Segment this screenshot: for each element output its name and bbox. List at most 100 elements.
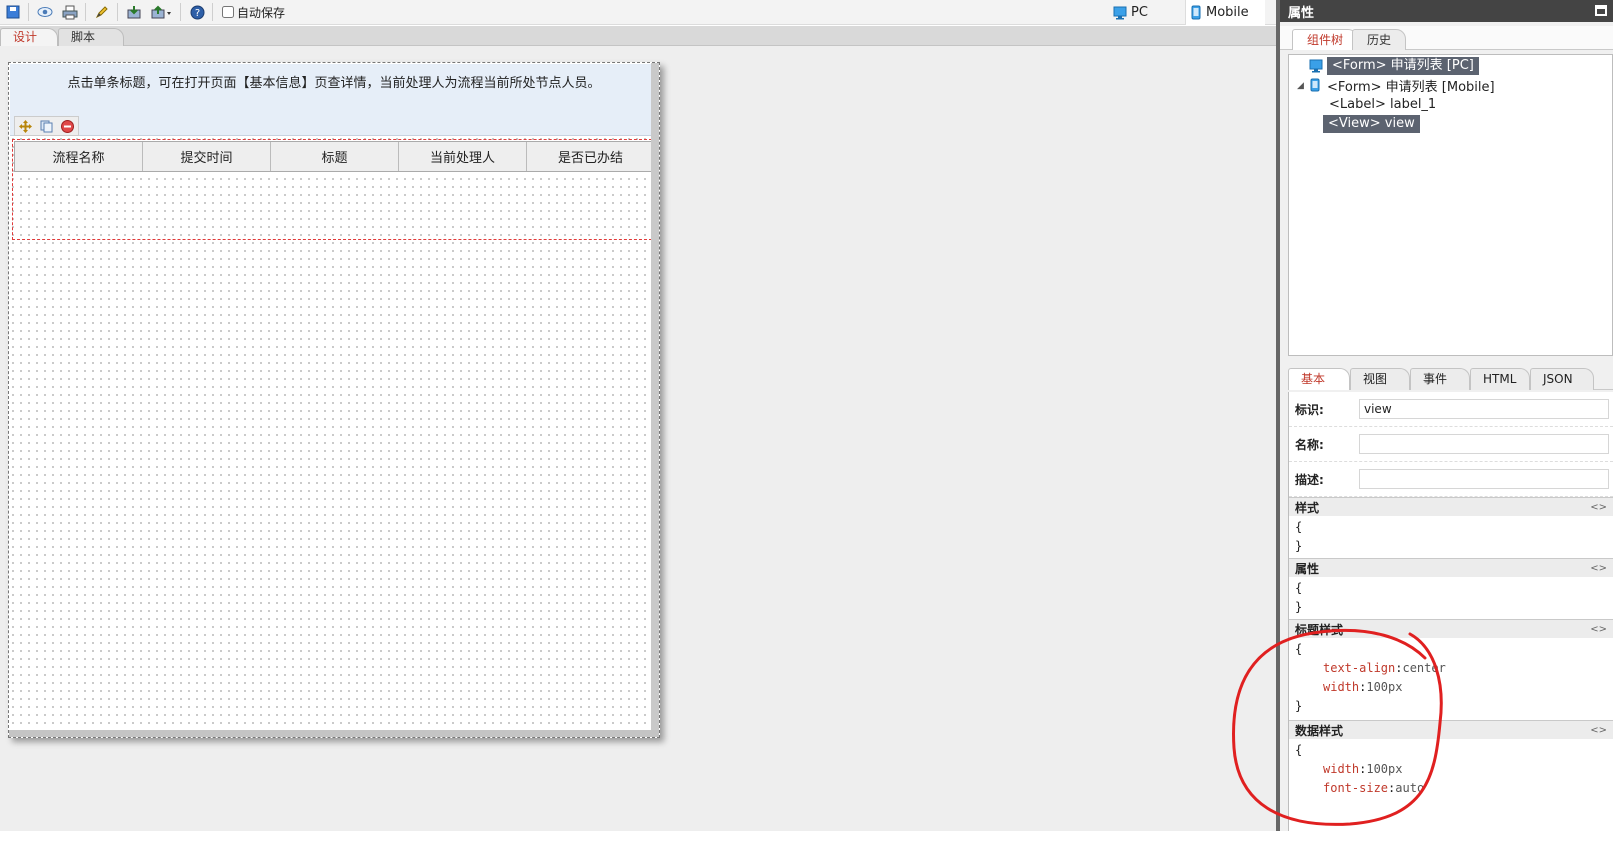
column-header[interactable]: 提交时间 bbox=[143, 142, 271, 171]
minimize-icon[interactable] bbox=[1595, 5, 1607, 16]
column-header[interactable]: 是否已办结 bbox=[527, 142, 654, 171]
help-icon[interactable]: ? bbox=[185, 1, 209, 23]
toolbar-separator bbox=[28, 3, 29, 21]
grid-header-row: 流程名称 提交时间 标题 当前处理人 是否已办结 bbox=[14, 141, 655, 172]
code-brace: } bbox=[1295, 600, 1303, 614]
import-icon[interactable] bbox=[122, 1, 146, 23]
field-id-input[interactable]: view bbox=[1359, 399, 1609, 419]
code-brace: } bbox=[1295, 539, 1303, 553]
delete-icon[interactable] bbox=[57, 117, 78, 135]
tree-node-label: <Form> 申请列表 [PC] bbox=[1327, 57, 1479, 75]
status-strip bbox=[0, 831, 1613, 841]
data-style-code-editor[interactable]: { width:100px font-size:auto bbox=[1289, 739, 1613, 829]
tree-node-label-1[interactable]: <Label> label_1 bbox=[1329, 95, 1436, 113]
save-icon[interactable] bbox=[1, 1, 25, 23]
field-id-label: 标识: bbox=[1295, 402, 1324, 417]
field-desc-label: 描述: bbox=[1295, 472, 1324, 487]
autosave-toggle[interactable]: 自动保存 bbox=[222, 4, 285, 21]
code-value: 100px bbox=[1366, 762, 1403, 776]
section-title: 样式 bbox=[1295, 500, 1320, 515]
title-style-code-editor[interactable]: { text-align:center width:100px } bbox=[1289, 638, 1613, 720]
code-brace: { bbox=[1295, 642, 1303, 656]
section-style-header[interactable]: 样式 <> bbox=[1289, 497, 1613, 516]
tree-node-label: <View> view bbox=[1323, 115, 1420, 133]
tree-node-label: <Label> label_1 bbox=[1329, 96, 1437, 112]
tab-basic[interactable]: 基本 bbox=[1288, 368, 1350, 390]
device-mobile-label: Mobile bbox=[1206, 5, 1249, 20]
field-id-row: 标识: view bbox=[1289, 392, 1613, 427]
code-brace: } bbox=[1295, 699, 1303, 713]
tab-history[interactable]: 历史 bbox=[1352, 29, 1407, 50]
code-toggle-icon[interactable]: <> bbox=[1590, 502, 1607, 513]
phone-icon bbox=[1310, 78, 1320, 92]
section-data-style-header[interactable]: 数据样式 <> bbox=[1289, 720, 1613, 739]
code-line: text-align:center bbox=[1323, 661, 1446, 675]
vertical-scrollbar[interactable] bbox=[651, 63, 659, 737]
field-name-row: 名称: bbox=[1289, 427, 1613, 462]
expand-triangle-icon[interactable]: ◢ bbox=[1297, 81, 1304, 91]
toolbar-separator bbox=[212, 3, 213, 21]
field-desc-row: 描述: bbox=[1289, 462, 1613, 497]
field-desc-input[interactable] bbox=[1359, 469, 1609, 489]
tab-view[interactable]: 视图 bbox=[1350, 368, 1410, 390]
code-brace: { bbox=[1295, 743, 1303, 757]
label-text: 点击单条标题，可在打开页面【基本信息】页查详情，当前处理人为流程当前所处节点人员… bbox=[67, 76, 601, 91]
properties-panel: 属性 组件树 历史 <Form> 申请列表 [PC] ◢ <Form> 申请列表… bbox=[1280, 0, 1613, 831]
toolbar-separator bbox=[180, 3, 181, 21]
tree-node-form-pc[interactable]: <Form> 申请列表 [PC] bbox=[1309, 57, 1479, 75]
toolbar-separator bbox=[117, 3, 118, 21]
move-icon[interactable] bbox=[15, 117, 36, 135]
column-header[interactable]: 当前处理人 bbox=[399, 142, 527, 171]
view-component[interactable]: 流程名称 提交时间 标题 当前处理人 是否已办结 bbox=[12, 139, 657, 240]
component-toolbar bbox=[14, 116, 79, 136]
toolbar: ? 自动保存 PC Mobile bbox=[0, 0, 1276, 25]
column-header[interactable]: 标题 bbox=[271, 142, 399, 171]
panel-tabs: 组件树 历史 bbox=[1280, 26, 1613, 50]
code-value: auto bbox=[1395, 781, 1425, 795]
code-value: 100px bbox=[1366, 680, 1403, 694]
toolbar-separator bbox=[85, 3, 86, 21]
code-toggle-icon[interactable]: <> bbox=[1590, 725, 1607, 736]
horizontal-scrollbar[interactable] bbox=[9, 730, 659, 737]
design-canvas: 点击单条标题，可在打开页面【基本信息】页查详情，当前处理人为流程当前所处节点人员… bbox=[0, 46, 1276, 831]
tree-node-view[interactable]: <View> view bbox=[1323, 115, 1420, 133]
tab-component-tree[interactable]: 组件树 bbox=[1292, 29, 1359, 50]
section-attrs-header[interactable]: 属性 <> bbox=[1289, 558, 1613, 577]
label-component[interactable]: 点击单条标题，可在打开页面【基本信息】页查详情，当前处理人为流程当前所处节点人员… bbox=[10, 64, 658, 136]
field-name-input[interactable] bbox=[1359, 434, 1609, 454]
tab-html[interactable]: HTML bbox=[1470, 368, 1530, 390]
tab-script[interactable]: 脚本 bbox=[58, 28, 124, 46]
tab-json[interactable]: JSON bbox=[1530, 368, 1594, 390]
autosave-checkbox[interactable] bbox=[222, 6, 234, 18]
section-title: 标题样式 bbox=[1295, 622, 1344, 637]
pen-icon[interactable] bbox=[90, 1, 114, 23]
code-key: text-align bbox=[1323, 661, 1396, 675]
editor-tabbar: 设计 脚本 bbox=[0, 26, 1276, 46]
device-pc-button[interactable]: PC bbox=[1113, 0, 1148, 25]
form-panel[interactable]: 点击单条标题，可在打开页面【基本信息】页查详情，当前处理人为流程当前所处节点人员… bbox=[8, 62, 660, 738]
code-line: width:100px bbox=[1323, 680, 1403, 694]
code-line: width:100px bbox=[1323, 762, 1403, 776]
print-icon[interactable] bbox=[58, 1, 82, 23]
code-brace: { bbox=[1295, 520, 1303, 534]
copy-icon[interactable] bbox=[36, 117, 57, 135]
component-tree: <Form> 申请列表 [PC] ◢ <Form> 申请列表 [Mobile] … bbox=[1288, 54, 1613, 356]
style-code-editor[interactable]: { } bbox=[1289, 516, 1613, 558]
tab-events[interactable]: 事件 bbox=[1410, 368, 1470, 390]
device-mobile-button[interactable]: Mobile bbox=[1185, 0, 1265, 25]
panel-header: 属性 bbox=[1280, 0, 1613, 22]
export-icon[interactable] bbox=[147, 1, 177, 23]
code-value: center bbox=[1402, 661, 1446, 675]
monitor-icon bbox=[1309, 59, 1323, 73]
svg-text:?: ? bbox=[194, 8, 199, 19]
code-toggle-icon[interactable]: <> bbox=[1590, 563, 1607, 574]
app-window: ? 自动保存 PC Mobile 设计 脚本 点击单条标题，可在打开页面【基本信… bbox=[0, 0, 1613, 841]
attrs-code-editor[interactable]: { } bbox=[1289, 577, 1613, 619]
tab-design[interactable]: 设计 bbox=[0, 28, 58, 46]
section-title-style-header[interactable]: 标题样式 <> bbox=[1289, 619, 1613, 638]
column-header[interactable]: 流程名称 bbox=[15, 142, 143, 171]
tree-node-form-mobile[interactable]: <Form> 申请列表 [Mobile] bbox=[1309, 76, 1495, 95]
preview-icon[interactable] bbox=[33, 1, 57, 23]
monitor-icon bbox=[1113, 6, 1127, 19]
code-toggle-icon[interactable]: <> bbox=[1590, 624, 1607, 635]
